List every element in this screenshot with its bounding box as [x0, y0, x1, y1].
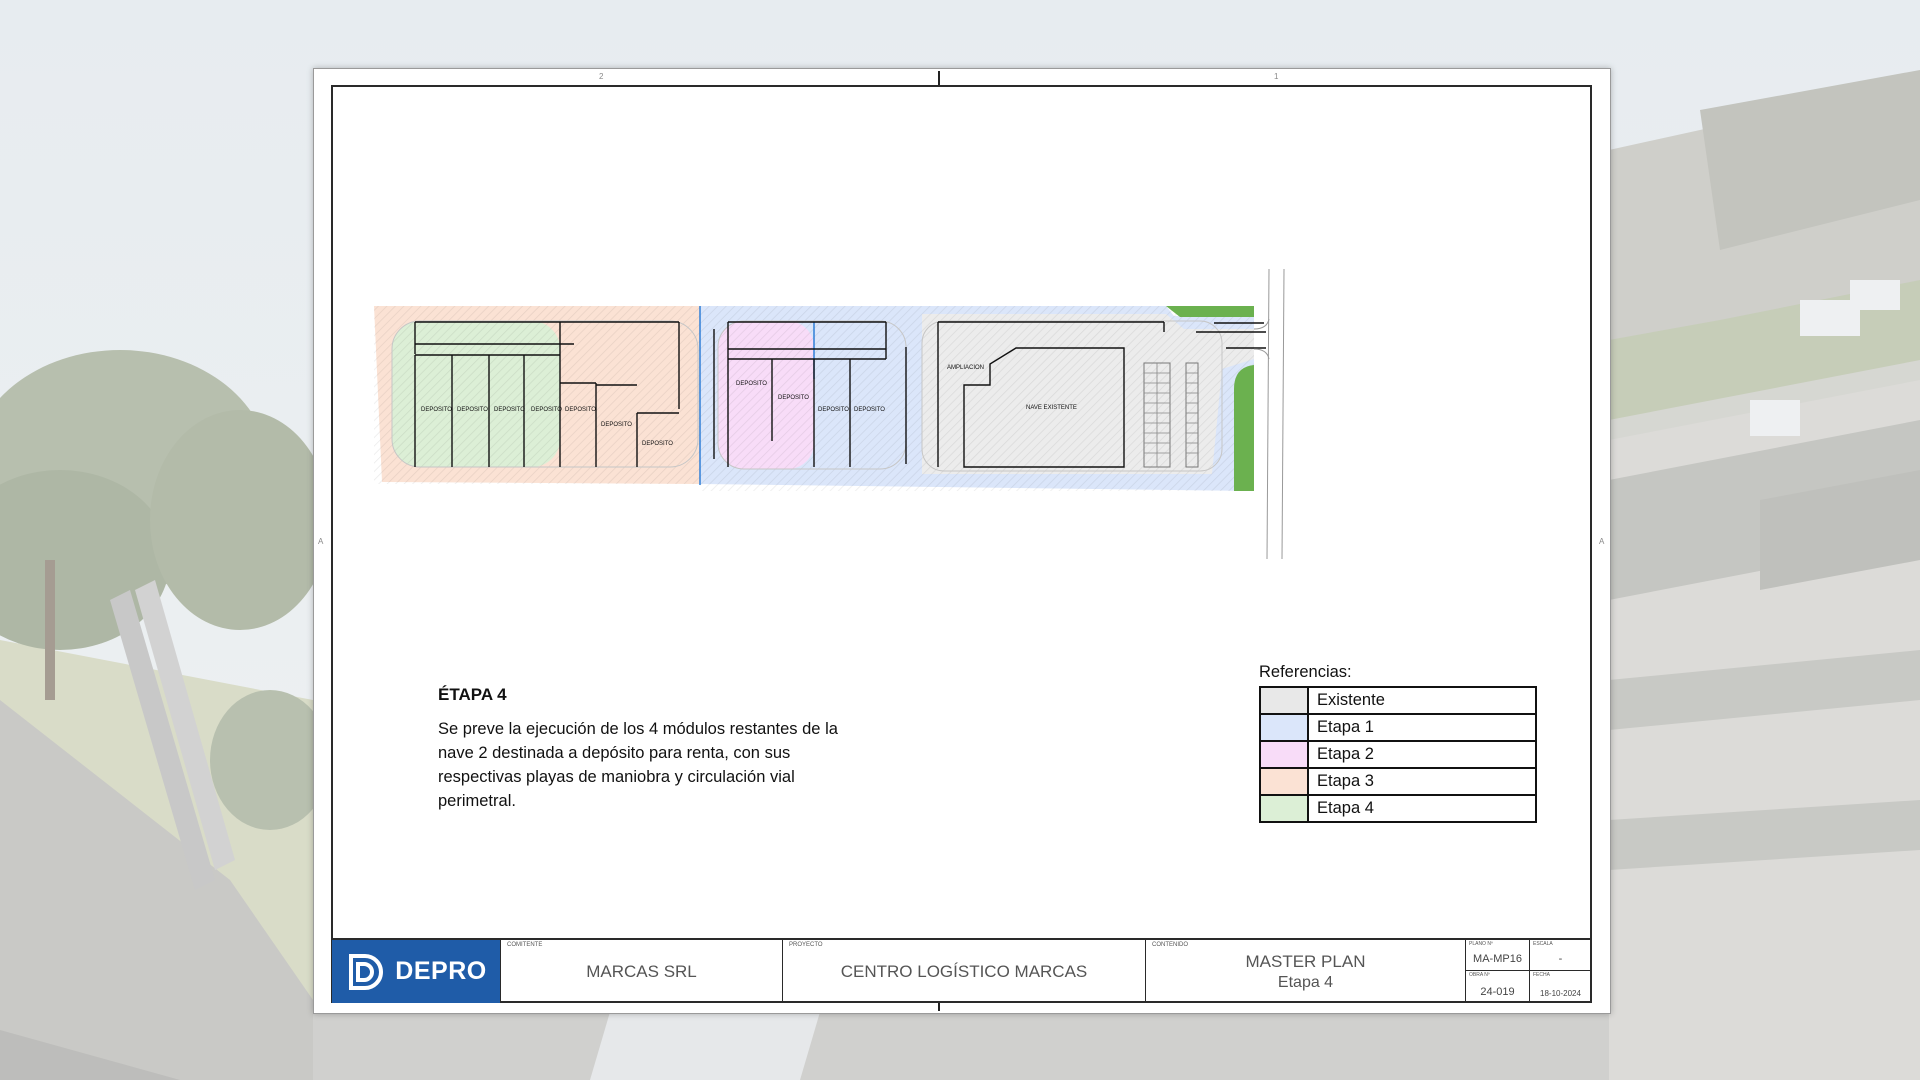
label-deposito-5: DEPOSITO [565, 407, 596, 413]
legend-row: Existente [1259, 686, 1537, 715]
legend-swatch-existente [1259, 686, 1309, 715]
green-verge-top [1166, 306, 1254, 317]
label-deposito-11: DEPOSITO [854, 407, 885, 413]
project-cell: PROYECTO CENTRO LOGÍSTICO MARCAS [782, 940, 1145, 1003]
grid-mark-right: A [1599, 537, 1605, 546]
date-cell: FECHA 18-10-2024 [1529, 971, 1591, 1003]
legend-swatch-etapa-4 [1259, 794, 1309, 823]
legend-row: Etapa 2 [1259, 740, 1537, 769]
legend-table: Existente Etapa 1 Etapa 2 Etapa 3 Etapa … [1259, 686, 1537, 823]
legend-title: Referencias: [1259, 663, 1352, 681]
legend-swatch-etapa-2 [1259, 740, 1309, 769]
legend-label: Etapa 1 [1307, 713, 1537, 742]
work-number: 24-019 [1480, 986, 1515, 998]
grid-mark-top-left: 2 [599, 72, 604, 81]
center-tick-top [938, 71, 940, 85]
label-deposito-7: DEPOSITO [642, 441, 673, 447]
label-deposito-4: DEPOSITO [531, 407, 562, 413]
label-deposito-9: DEPOSITO [778, 395, 809, 401]
legend-row: Etapa 1 [1259, 713, 1537, 742]
work-number-cell: OBRA Nº 24-019 [1465, 971, 1529, 1003]
grid-mark-left: A [318, 537, 324, 546]
stage-description: Se preve la ejecución de los 4 módulos r… [438, 720, 838, 810]
project-name: CENTRO LOGÍSTICO MARCAS [840, 961, 1088, 981]
client-name: MARCAS SRL [586, 961, 697, 981]
label-ampliacion: AMPLIACION [947, 365, 984, 371]
drawing-info-grid: PLANO Nº MA-MP16 ESCALA - OBRA Nº 24-019… [1465, 940, 1591, 1003]
plan-number: MA-MP16 [1473, 953, 1522, 965]
title-block: DEPRO COMITENTE MARCAS SRL PROYECTO CENT… [332, 938, 1591, 1003]
stage-description-block: ÉTAPA 4 Se preve la ejecución de los 4 m… [438, 685, 838, 813]
company-logo: DEPRO [332, 940, 500, 1003]
plan-number-cell: PLANO Nº MA-MP16 [1465, 940, 1529, 971]
label-deposito-10: DEPOSITO [818, 407, 849, 413]
logo-text: DEPRO [395, 957, 487, 985]
label-deposito-1: DEPOSITO [421, 407, 452, 413]
label-nave-existente: NAVE EXISTENTE [1026, 405, 1077, 411]
depro-logo-icon [349, 953, 384, 990]
legend-swatch-etapa-1 [1259, 713, 1309, 742]
date-value: 18-10-2024 [1540, 989, 1581, 998]
legend-row: Etapa 4 [1259, 794, 1537, 823]
content-line-2: Etapa 4 [1277, 973, 1334, 991]
label-deposito-3: DEPOSITO [494, 407, 525, 413]
scale-caption: ESCALA [1533, 941, 1553, 947]
legend-label: Etapa 3 [1307, 767, 1537, 796]
plan-number-caption: PLANO Nº [1469, 941, 1493, 947]
work-number-caption: OBRA Nº [1469, 972, 1490, 978]
site-plan-drawing: DEPOSITO DEPOSITO DEPOSITO DEPOSITO DEPO… [374, 268, 1285, 560]
label-deposito-6: DEPOSITO [601, 422, 632, 428]
content-line-1: MASTER PLAN [1245, 951, 1366, 971]
stage-title: ÉTAPA 4 [438, 685, 507, 704]
label-deposito-2: DEPOSITO [457, 407, 488, 413]
legend-swatch-etapa-3 [1259, 767, 1309, 796]
label-deposito-8: DEPOSITO [736, 381, 767, 387]
legend-row: Etapa 3 [1259, 767, 1537, 796]
date-caption: FECHA [1533, 972, 1550, 978]
content-cell: CONTENIDO MASTER PLAN Etapa 4 [1145, 940, 1465, 1003]
legend-label: Etapa 2 [1307, 740, 1537, 769]
legend-label: Etapa 4 [1307, 794, 1537, 823]
green-verge-right [1234, 365, 1254, 491]
legend: Referencias: Existente Etapa 1 Etapa 2 E… [1259, 663, 1537, 823]
scale-cell: ESCALA - [1529, 940, 1591, 971]
legend-label: Existente [1307, 686, 1537, 715]
grid-mark-top-right: 1 [1274, 72, 1279, 81]
scale-value: - [1558, 953, 1563, 965]
client-cell: COMITENTE MARCAS SRL [500, 940, 782, 1003]
site-plan: DEPOSITO DEPOSITO DEPOSITO DEPOSITO DEPO… [374, 259, 1574, 699]
drawing-sheet: 2 1 A A DEPOSITO DEPOSITO DEPOSITO DEPOS… [313, 68, 1611, 1014]
